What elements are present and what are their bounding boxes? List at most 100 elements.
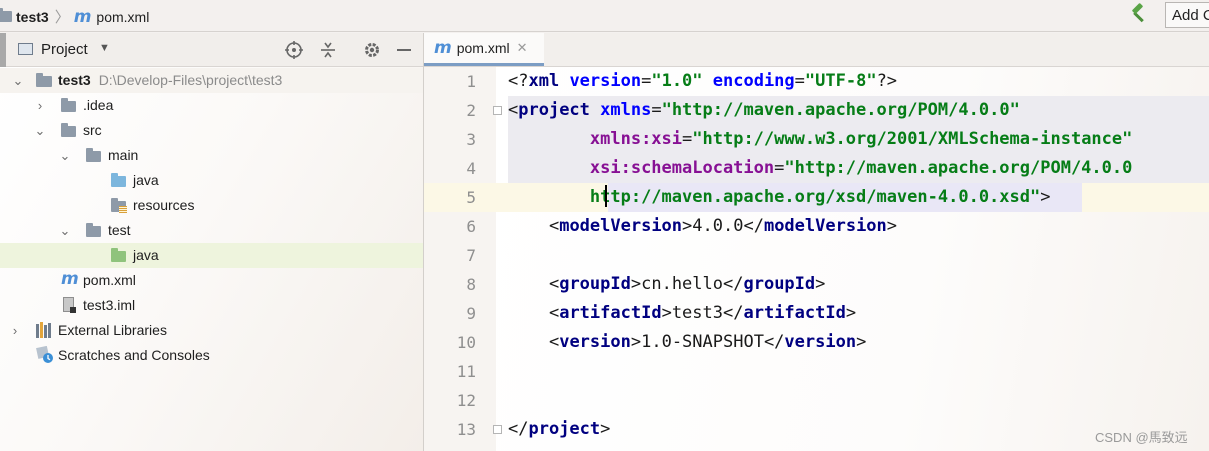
code-token: > (630, 332, 642, 352)
code-token: modelVersion (559, 216, 683, 236)
folder-icon (61, 123, 76, 137)
tree-item-idea[interactable]: › .idea (0, 93, 424, 118)
line-number: 10 (456, 333, 476, 352)
tree-item-test3[interactable]: ⌄ test3 D:\Develop-Files\project\test3 (0, 68, 424, 93)
tree-item-label: test3 D:\Develop-Files\project\test3 (58, 72, 283, 88)
tree-item-label: test3.iml (83, 297, 136, 313)
module-folder-icon (0, 8, 12, 22)
code-token: > (661, 303, 672, 323)
tree-item-label: .idea (83, 97, 114, 113)
chevron-right-icon: 〉 (54, 9, 70, 26)
line-number: 2 (466, 101, 476, 120)
maven-icon: m (61, 269, 79, 289)
tree-item-scratches[interactable]: Scratches and Consoles (0, 343, 424, 368)
code-token: xmlns (600, 100, 652, 120)
tree-item-test-java[interactable]: java (0, 243, 424, 268)
code-line: xmlns:xsi="http://www.w3.org/2001/XMLSch… (508, 125, 1132, 154)
code-token: "1.0" (651, 71, 713, 91)
code-token: </ (508, 419, 529, 439)
code-token: < (548, 274, 560, 294)
tree-item-external-libraries[interactable]: › External Libraries (0, 318, 424, 343)
watermark: CSDN @馬致远 (1095, 430, 1188, 445)
source-folder-icon (111, 173, 126, 187)
line-number: 13 (456, 420, 476, 439)
libraries-icon (36, 322, 54, 338)
tree-item-src[interactable]: ⌄ src (0, 118, 424, 143)
code-token: > (815, 274, 826, 294)
tree-item-pom[interactable]: m pom.xml (0, 268, 424, 293)
collapsed-arrow-icon[interactable]: › (6, 322, 24, 340)
tree-item-test[interactable]: ⌄ test (0, 218, 424, 243)
tree-item-label: Scratches and Consoles (58, 347, 210, 363)
hide-panel-icon[interactable] (397, 49, 411, 51)
chevron-down-icon[interactable]: ▼ (99, 42, 110, 54)
collapse-all-icon[interactable] (318, 40, 338, 63)
fold-marker-icon[interactable] (493, 106, 502, 115)
fold-marker-icon[interactable] (493, 425, 502, 434)
code-token: project (518, 100, 601, 120)
code-token: "http://maven.apache.org/POM/4.0.0" (661, 100, 1020, 120)
code-token: > (845, 303, 857, 323)
project-view-icon (18, 43, 33, 55)
code-token: http://maven.apache.org/xsd/maven-4.0.0.… (589, 187, 1041, 207)
folder-icon (86, 148, 101, 162)
gear-icon[interactable] (362, 40, 382, 63)
tab-label: pom.xml (456, 40, 510, 56)
build-hammer-icon[interactable] (1128, 3, 1150, 28)
line-number: 3 (466, 130, 476, 149)
code-token: = (641, 71, 652, 91)
project-view-title[interactable]: Project (41, 41, 88, 58)
code-token: artifactId (559, 303, 662, 323)
code-line: </project> (508, 415, 610, 444)
line-number: 1 (466, 72, 476, 91)
close-icon[interactable]: ✕ (517, 40, 528, 56)
tab-pom-xml[interactable]: m pom.xml ✕ (424, 33, 544, 66)
tree-item-iml[interactable]: test3.iml (0, 293, 424, 318)
code-token: test3 (671, 303, 723, 323)
breadcrumb-file[interactable]: pom.xml (96, 9, 149, 25)
expand-arrow-icon[interactable]: ⌄ (56, 222, 74, 240)
add-configuration-button[interactable]: Add C (1165, 2, 1209, 28)
expand-arrow-icon[interactable]: ⌄ (31, 122, 49, 140)
code-line: <artifactId>test3</artifactId> (508, 299, 856, 328)
text-caret (605, 185, 607, 207)
code-token: > (1040, 187, 1051, 207)
collapsed-arrow-icon[interactable]: › (31, 97, 49, 115)
folder-icon (61, 98, 76, 112)
project-toolwindow-header: Project ▼ (0, 33, 424, 67)
expand-arrow-icon[interactable]: ⌄ (56, 147, 74, 165)
tree-item-label: src (83, 122, 102, 138)
module-folder-icon (36, 73, 52, 87)
tree-item-main-java[interactable]: java (0, 168, 424, 193)
code-token: < (548, 332, 560, 352)
tree-item-label: test (108, 222, 131, 238)
tree-item-resources[interactable]: resources (0, 193, 424, 218)
code-token: "http://www.w3.org/2001/XMLSchema-instan… (692, 129, 1133, 149)
code-token: 4.0.0 (692, 216, 744, 236)
iml-file-icon (63, 297, 76, 313)
code-token: = (651, 100, 662, 120)
resources-folder-icon (111, 198, 127, 213)
line-number: 6 (466, 217, 476, 236)
folder-icon (86, 223, 101, 237)
code-token: 1.0-SNAPSHOT (641, 332, 764, 352)
code-token: groupId (743, 274, 816, 294)
code-token: > (682, 216, 693, 236)
code-token: </ (763, 332, 785, 352)
line-number: 7 (466, 246, 476, 265)
tree-item-label: External Libraries (58, 322, 167, 338)
code-token: version (784, 332, 857, 352)
breadcrumb-project[interactable]: test3 (16, 9, 49, 25)
tree-item-label: main (108, 147, 139, 163)
code-token: xml (528, 71, 570, 91)
expand-arrow-icon[interactable]: ⌄ (9, 72, 27, 90)
code-line: <?xml version="1.0" encoding="UTF-8"?> (508, 67, 897, 96)
scratches-icon (36, 346, 54, 364)
code-token: "UTF-8" (804, 71, 877, 91)
tree-item-label: java (133, 247, 159, 263)
line-number: 5 (466, 188, 476, 207)
tree-item-main[interactable]: ⌄ main (0, 143, 424, 168)
locate-target-icon[interactable] (284, 40, 304, 63)
